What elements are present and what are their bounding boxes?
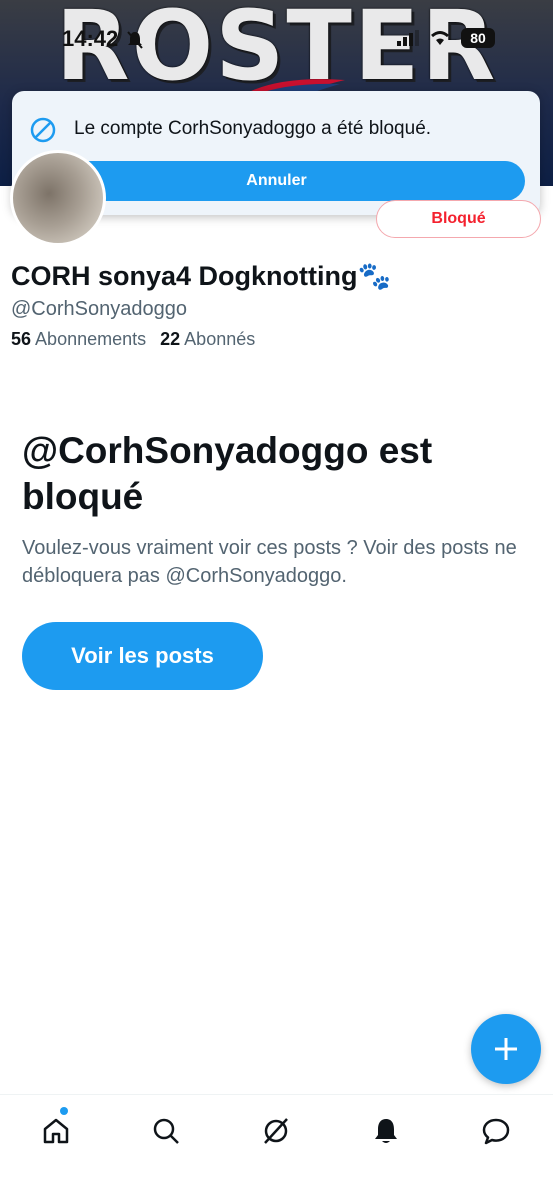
- handle: @CorhSonyadoggo: [11, 298, 187, 320]
- nav-messages[interactable]: [476, 1111, 516, 1151]
- following-link[interactable]: 56 Abonnements: [11, 329, 146, 350]
- blocked-icon: [30, 117, 56, 143]
- view-posts-button[interactable]: Voir les posts: [22, 622, 263, 690]
- display-name: CORH sonya4 Dogknotting🐾: [11, 261, 392, 291]
- search-icon: [153, 1118, 179, 1144]
- plus-icon: [495, 1038, 517, 1060]
- silent-mode-icon: [127, 31, 143, 49]
- battery-icon: 80: [461, 28, 495, 48]
- following-count: 56: [11, 329, 32, 349]
- toast-message: Le compte CorhSonyadoggo a été bloqué.: [74, 118, 432, 139]
- status-time: 14:42: [62, 26, 119, 51]
- nav-grok[interactable]: [256, 1111, 296, 1151]
- follow-stats: 56 Abonnements 22 Abonnés: [11, 329, 255, 350]
- followers-label: Abonnés: [184, 329, 256, 349]
- wifi-icon: [431, 31, 449, 45]
- nav-search[interactable]: [146, 1111, 186, 1151]
- messages-icon: [482, 1118, 510, 1145]
- home-icon: [43, 1118, 69, 1144]
- bottom-nav: [0, 1094, 553, 1201]
- nav-notifications[interactable]: [366, 1111, 406, 1151]
- avatar[interactable]: [10, 150, 106, 246]
- grok-icon: [264, 1118, 288, 1144]
- blocked-description: Voulez-vous vraiment voir ces posts ? Vo…: [22, 537, 517, 587]
- home-notification-dot: [60, 1107, 68, 1115]
- blocked-button[interactable]: Bloqué: [376, 200, 541, 238]
- status-bar: 14:42 80: [0, 26, 553, 56]
- following-label: Abonnements: [35, 329, 147, 349]
- followers-link[interactable]: 22 Abonnés: [160, 329, 255, 350]
- bell-icon: [375, 1119, 397, 1143]
- nav-home[interactable]: [36, 1111, 76, 1151]
- compose-button[interactable]: [471, 1014, 541, 1084]
- signal-icon: [397, 30, 419, 46]
- blocked-title: @CorhSonyadoggo est bloqué: [22, 430, 433, 517]
- followers-count: 22: [160, 329, 181, 349]
